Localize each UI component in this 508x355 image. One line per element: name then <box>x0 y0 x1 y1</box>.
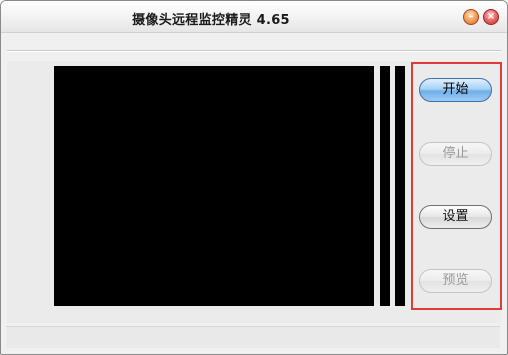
preview-button[interactable]: 预览 <box>419 269 492 293</box>
minimize-icon: – <box>468 11 474 22</box>
control-panel: 开始 停止 设置 预览 <box>411 62 502 310</box>
window-title: 摄像头远程监控精灵 4.65 <box>132 13 290 28</box>
video-preview <box>54 66 374 306</box>
menu-divider <box>7 51 501 52</box>
status-bar <box>6 326 500 348</box>
level-meter-right <box>395 66 405 306</box>
title-bar[interactable]: 摄像头远程监控精灵 4.65 – × <box>1 1 507 33</box>
close-icon: × <box>486 11 496 22</box>
level-meter-left <box>380 66 390 306</box>
settings-button[interactable]: 设置 <box>419 205 492 229</box>
close-button[interactable]: × <box>483 9 499 25</box>
minimize-button[interactable]: – <box>463 9 479 25</box>
stop-button[interactable]: 停止 <box>419 142 492 166</box>
menu-bar <box>7 35 501 51</box>
start-button[interactable]: 开始 <box>419 78 492 102</box>
